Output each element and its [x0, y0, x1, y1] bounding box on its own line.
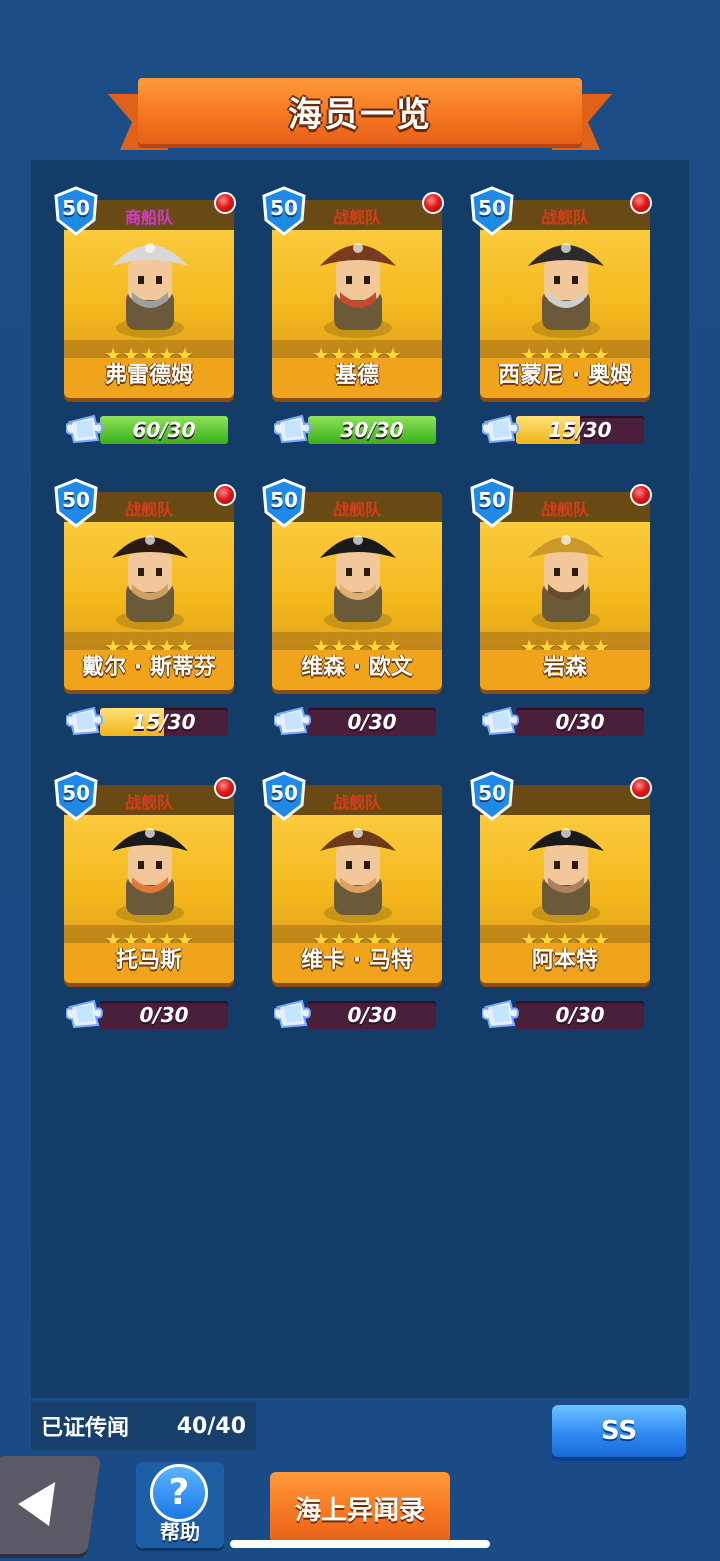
crew-portrait	[320, 243, 396, 338]
fragment-progress: 30/30	[274, 412, 440, 444]
crew-name: 西蒙尼 · 奥姆	[480, 358, 650, 398]
crew-card[interactable]: 战舰队 ★★★★★ 岩森 50 0/30	[470, 478, 652, 738]
crew-card[interactable]: 战舰队 ★★★★★ 西蒙尼 · 奥姆 50 15/30	[470, 186, 652, 446]
ss-button-label: SS	[600, 1416, 638, 1446]
crew-name: 维森 · 欧文	[272, 650, 442, 690]
fragment-progress: 0/30	[274, 997, 440, 1029]
crew-portrait	[528, 535, 604, 630]
alert-dot-icon	[214, 192, 236, 214]
crew-card[interactable]: 战舰队 ★★★★★ 戴尔 · 斯蒂芬 50 15/30	[54, 478, 236, 738]
crew-portrait	[112, 243, 188, 338]
title-plate: 海员一览	[138, 78, 582, 144]
alert-dot-icon	[422, 192, 444, 214]
puzzle-fragment-icon	[482, 999, 520, 1029]
ss-button[interactable]: SS	[552, 1405, 686, 1457]
alert-dot-icon	[630, 777, 652, 799]
crew-name: 基德	[272, 358, 442, 398]
progress-label: 15/30	[548, 418, 612, 442]
crew-card[interactable]: 战舰队 ★★★★★ 维森 · 欧文 50 0/30	[262, 478, 442, 738]
crew-name: 托马斯	[64, 943, 234, 983]
fragment-progress: 15/30	[66, 704, 232, 736]
crew-name: 弗雷德姆	[64, 358, 234, 398]
progress-label: 0/30	[347, 1003, 397, 1027]
crew-name: 岩森	[480, 650, 650, 690]
level-badge-icon	[470, 771, 514, 821]
level-badge-icon	[54, 771, 98, 821]
puzzle-fragment-icon	[66, 999, 104, 1029]
level-badge-icon	[470, 478, 514, 528]
puzzle-fragment-icon	[482, 414, 520, 444]
level-badge-icon	[470, 186, 514, 236]
crew-card[interactable]: 战舰队 ★★★★★ 基德 50 30/30	[262, 186, 444, 446]
level-badge-icon	[54, 186, 98, 236]
fragment-progress: 15/30	[482, 412, 648, 444]
help-label: 帮助	[160, 1520, 200, 1544]
sea-stories-log-label: 海上异闻录	[294, 1495, 425, 1526]
alert-dot-icon	[630, 192, 652, 214]
crew-name: 阿本特	[480, 943, 650, 983]
fragment-progress: 0/30	[274, 704, 440, 736]
title-banner: 海员一览	[108, 78, 612, 152]
progress-label: 60/30	[132, 418, 196, 442]
puzzle-fragment-icon	[274, 999, 312, 1029]
level-badge-icon	[262, 478, 306, 528]
alert-dot-icon	[630, 484, 652, 506]
home-indicator	[230, 1540, 490, 1548]
crew-card[interactable]: 商船队 ★★★★★ 弗雷德姆 50 60/30	[54, 186, 236, 446]
fragment-progress: 0/30	[482, 997, 648, 1029]
alert-dot-icon	[214, 484, 236, 506]
progress-label: 15/30	[132, 710, 196, 734]
crew-name: 维卡 · 马特	[272, 943, 442, 983]
progress-label: 0/30	[555, 710, 605, 734]
sea-stories-log-button[interactable]: 海上异闻录	[270, 1472, 450, 1544]
progress-label: 0/30	[555, 1003, 605, 1027]
crew-name: 戴尔 · 斯蒂芬	[64, 650, 234, 690]
crew-portrait	[528, 243, 604, 338]
help-button[interactable]: ? 帮助	[136, 1462, 224, 1548]
crew-card[interactable]: 战舰队 ★★★★★ 维卡 · 马特 50 0/30	[262, 771, 442, 1031]
fragment-progress: 60/30	[66, 412, 232, 444]
question-mark-icon: ?	[150, 1464, 208, 1522]
crew-portrait	[112, 828, 188, 923]
puzzle-fragment-icon	[66, 414, 104, 444]
level-badge-icon	[262, 771, 306, 821]
fragment-progress: 0/30	[482, 704, 648, 736]
crew-portrait	[112, 535, 188, 630]
progress-label: 30/30	[340, 418, 404, 442]
crew-portrait	[320, 535, 396, 630]
proven-rumors-count: 40/40	[176, 1413, 246, 1439]
level-badge-icon	[54, 478, 98, 528]
crew-portrait	[320, 828, 396, 923]
fragment-progress: 0/30	[66, 997, 232, 1029]
progress-label: 0/30	[347, 710, 397, 734]
proven-rumors-counter: 已证传闻 40/40	[31, 1402, 256, 1450]
alert-dot-icon	[214, 777, 236, 799]
puzzle-fragment-icon	[482, 706, 520, 736]
progress-label: 0/30	[139, 1003, 189, 1027]
back-arrow-icon	[15, 1482, 56, 1526]
puzzle-fragment-icon	[66, 706, 104, 736]
crew-portrait	[528, 828, 604, 923]
puzzle-fragment-icon	[274, 414, 312, 444]
puzzle-fragment-icon	[274, 706, 312, 736]
level-badge-icon	[262, 186, 306, 236]
crew-card[interactable]: 战舰队 ★★★★★ 托马斯 50 0/30	[54, 771, 236, 1031]
back-button[interactable]	[0, 1456, 101, 1554]
proven-rumors-label: 已证传闻	[41, 1416, 130, 1441]
page-title: 海员一览	[288, 94, 432, 135]
crew-card[interactable]: ★★★★★ 阿本特 50 0/30	[470, 771, 652, 1031]
